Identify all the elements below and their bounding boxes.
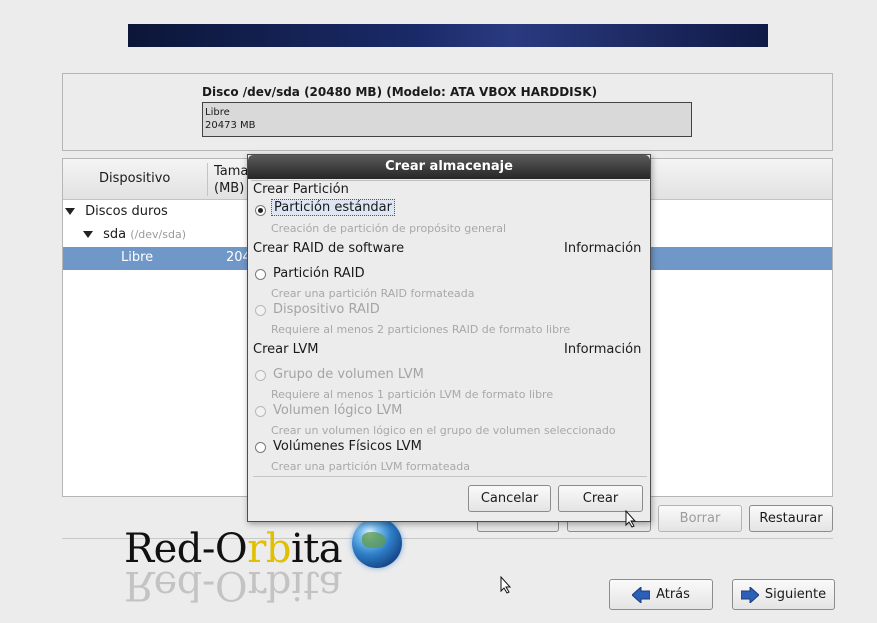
column-separator <box>207 163 208 196</box>
section-create-partition: Crear Partición <box>253 182 349 197</box>
section-software-raid: Crear RAID de software <box>253 241 405 256</box>
column-device-header[interactable]: Dispositivo <box>99 171 170 186</box>
disk-usage-bar[interactable]: Libre 20473 MB <box>202 102 692 137</box>
next-label: Siguiente <box>764 587 827 602</box>
create-button[interactable]: Crear <box>558 485 643 512</box>
disk-bar-size: 20473 MB <box>205 120 256 131</box>
option-raid-partition[interactable]: Partición RAID <box>273 266 365 281</box>
option-lvm-volume-group[interactable]: Grupo de volumen LVM <box>273 367 424 382</box>
lvm-info-link[interactable]: Información <box>564 342 641 357</box>
column-size-line2: (MB) <box>214 181 245 196</box>
logo-reflection-part1: Red-O <box>124 562 248 608</box>
tree-row-label: sda <box>103 227 127 242</box>
delete-button[interactable]: Borrar <box>658 505 742 532</box>
next-button[interactable]: Siguiente <box>732 579 835 610</box>
tree-row-sublabel: (/dev/sda) <box>130 228 186 241</box>
desc-raid-device: Requiere al menos 2 particiones RAID de … <box>271 323 571 336</box>
expander-down-icon[interactable] <box>65 208 75 215</box>
dialog-title: Crear almacenaje <box>248 155 650 179</box>
mouse-pointer-icon <box>625 510 637 528</box>
restore-button[interactable]: Restaurar <box>749 505 833 532</box>
logo-reflection-part2: ita <box>290 562 343 608</box>
header-banner <box>128 24 768 47</box>
desc-lvm-logical-volume: Crear un volumen lógico en el grupo de v… <box>271 424 616 437</box>
dialog-separator <box>253 476 647 477</box>
option-standard-label: Partición estándar <box>271 199 395 216</box>
radio-lvm-physical-volume[interactable] <box>255 442 266 453</box>
arrow-right-icon <box>740 586 759 603</box>
disk-bar-label: Libre <box>205 107 230 118</box>
tree-row-label: Discos duros <box>85 204 168 219</box>
back-button[interactable]: Atrás <box>609 579 713 610</box>
option-raid-device[interactable]: Dispositivo RAID <box>273 302 380 317</box>
desc-raid-partition: Crear una partición RAID formateada <box>271 287 475 300</box>
radio-raid-partition[interactable] <box>255 269 266 280</box>
raid-info-link[interactable]: Información <box>564 241 641 256</box>
back-label: Atrás <box>656 587 690 602</box>
mouse-pointer-icon <box>500 576 512 594</box>
section-create-lvm: Crear LVM <box>253 342 319 357</box>
expander-down-icon[interactable] <box>83 231 93 238</box>
radio-standard-partition[interactable] <box>255 205 266 216</box>
disk-title: Disco /dev/sda (20480 MB) (Modelo: ATA V… <box>202 85 598 99</box>
column-size-line1: Tama <box>214 164 249 179</box>
tree-row-sda[interactable]: sda (/dev/sda) <box>83 224 186 246</box>
cancel-button[interactable]: Cancelar <box>468 485 551 512</box>
globe-land-shape <box>362 532 386 548</box>
desc-lvm-physical-volume: Crear una partición LVM formateada <box>271 460 470 473</box>
desc-standard-partition: Creación de partición de propósito gener… <box>271 222 507 235</box>
option-lvm-logical-volume[interactable]: Volumen lógico LVM <box>273 403 402 418</box>
logo-reflection-b: b <box>265 562 291 608</box>
option-standard-partition[interactable]: Partición estándar <box>271 199 395 216</box>
option-lvm-physical-volume[interactable]: Volúmenes Físicos LVM <box>273 439 422 454</box>
radio-lvm-logical-volume[interactable] <box>255 406 266 417</box>
column-size-header[interactable]: Tama (MB) <box>214 163 248 197</box>
arrow-left-icon <box>632 586 651 603</box>
tree-row-hard-disks[interactable]: Discos duros <box>65 201 168 223</box>
radio-lvm-volume-group[interactable] <box>255 370 266 381</box>
logo-reflection: Red-Orbita <box>124 562 342 608</box>
radio-raid-device[interactable] <box>255 305 266 316</box>
tree-row-label: Libre <box>121 250 154 265</box>
desc-lvm-volume-group: Requiere al menos 1 partición LVM de for… <box>271 388 554 401</box>
logo-reflection-r: r <box>247 562 266 608</box>
